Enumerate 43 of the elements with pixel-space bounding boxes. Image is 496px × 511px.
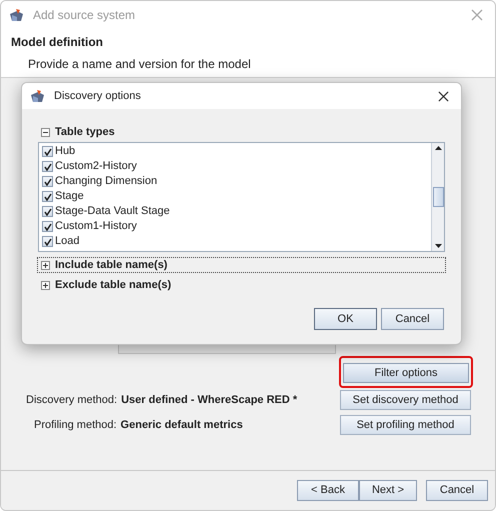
table-type-label: Stage	[55, 189, 84, 204]
scrollbar-thumb[interactable]	[432, 187, 444, 207]
method-button[interactable]: Set discovery method	[340, 390, 471, 410]
table-type-label: Stage-Data Vault Stage	[55, 204, 170, 220]
expand-icon[interactable]	[41, 280, 50, 290]
table-type-label: Load	[55, 234, 80, 250]
dialog-title: Discovery options	[54, 88, 141, 104]
checkbox[interactable]	[42, 236, 53, 247]
checkbox[interactable]	[42, 206, 53, 217]
expand-icon[interactable]	[41, 260, 50, 270]
app-logo-icon	[30, 89, 46, 103]
cancel-button[interactable]: Cancel	[426, 480, 488, 501]
method-value: Generic default metrics	[120, 418, 243, 433]
header-title: Model definition	[11, 34, 104, 51]
checkbox[interactable]	[42, 221, 53, 232]
section-title: Table types	[55, 124, 115, 140]
back-button[interactable]: < Back	[297, 480, 359, 501]
window-title: Add source system	[33, 7, 136, 24]
filter-options-button[interactable]: Filter options	[343, 363, 469, 384]
section-title: Exclude table name(s)	[55, 278, 172, 293]
table-type-label: Changing Dimension	[55, 174, 158, 190]
ok-button[interactable]: OK	[314, 308, 377, 330]
close-icon[interactable]	[438, 90, 449, 102]
checkbox[interactable]	[42, 146, 53, 157]
app-logo-icon	[9, 8, 25, 22]
collapse-icon[interactable]	[41, 128, 50, 136]
checkbox[interactable]	[42, 161, 53, 172]
table-type-label: Custom2-History	[55, 159, 137, 174]
cancel-button[interactable]: Cancel	[381, 308, 444, 330]
header-subtitle: Provide a name and version for the model	[27, 56, 252, 73]
scroll-down-icon[interactable]	[434, 244, 442, 248]
table-type-label: Hub	[55, 144, 76, 160]
method-label: Discovery method:	[25, 392, 118, 408]
checkbox[interactable]	[42, 191, 53, 202]
scroll-up-icon[interactable]	[434, 146, 442, 150]
method-value: User defined - WhereScape RED *	[121, 392, 298, 408]
checkbox[interactable]	[42, 176, 53, 187]
section-title: Include table name(s)	[55, 258, 168, 273]
scrollbar[interactable]	[431, 143, 444, 251]
next-button[interactable]: Next >	[359, 480, 417, 501]
method-label: Profiling method:	[33, 418, 117, 433]
table-type-label: Custom1-History	[55, 219, 137, 234]
method-button[interactable]: Set profiling method	[340, 415, 471, 435]
